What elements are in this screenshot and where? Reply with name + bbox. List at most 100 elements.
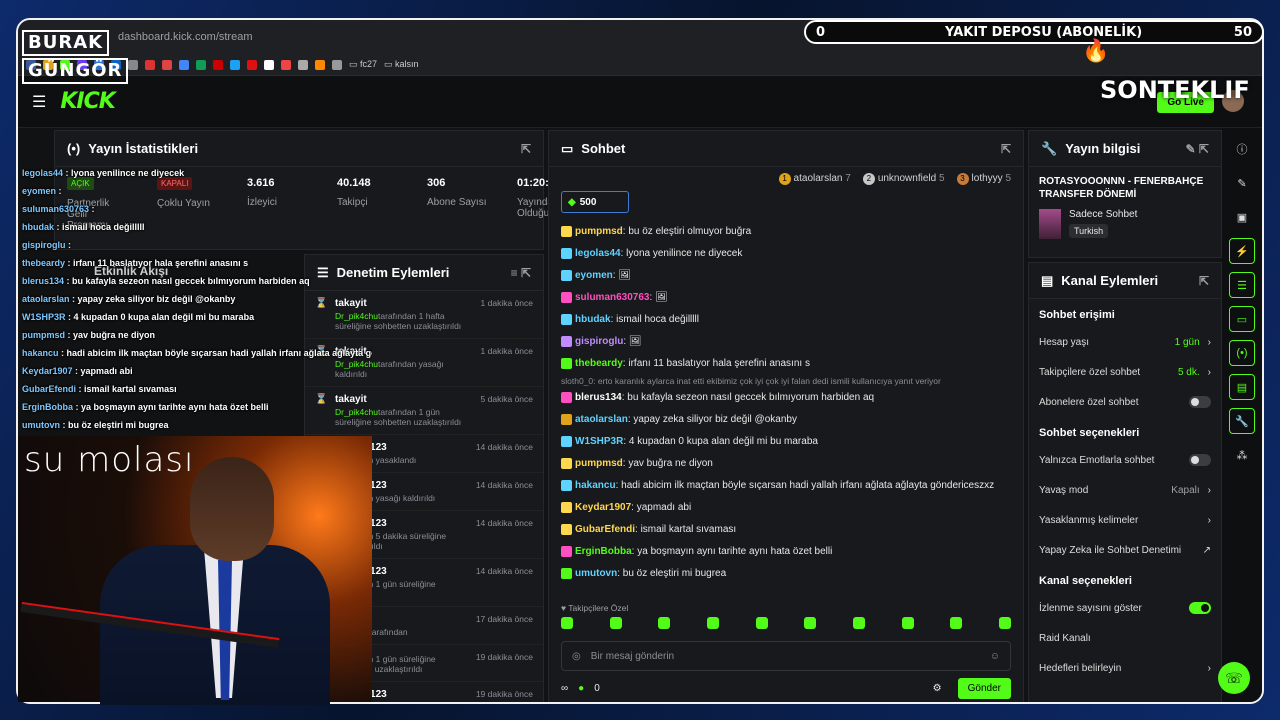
setting-row[interactable]: Takipçilere özel sohbet 5 dk. ›	[1029, 357, 1221, 387]
top-gifter[interactable]: 1 ataolarslan 7	[778, 173, 851, 185]
bookmark-icon[interactable]	[298, 59, 308, 70]
bookmark-icon[interactable]	[196, 59, 206, 70]
setting-value: ›	[1200, 663, 1211, 674]
pinned-gift[interactable]: ◆ 500	[561, 191, 629, 213]
chat-message[interactable]: blerus134: bu kafayla sezeon nasıl gecce…	[561, 387, 1011, 409]
emote-icon[interactable]	[706, 617, 719, 629]
bookmark-icon[interactable]	[213, 59, 223, 70]
top-gifter[interactable]: 2 unknownfield 5	[862, 173, 945, 185]
chat-username[interactable]: suluman630763	[575, 292, 650, 303]
chat-username[interactable]: legolas44	[575, 248, 621, 259]
chat-message[interactable]: hakancu: hadi abicim ilk maçtan böyle sı…	[561, 475, 1011, 497]
setting-row[interactable]: Abonelere özel sohbet	[1029, 387, 1221, 417]
chat-username[interactable]: gispiroglu	[575, 336, 623, 347]
bookmark-folder[interactable]: ▭ fc27	[349, 59, 377, 70]
chat-message[interactable]: pumpmsd: yav buğra ne diyon	[561, 453, 1011, 475]
setting-row[interactable]: Yasaklanmış kelimeler ›	[1029, 505, 1221, 535]
chat-message[interactable]: ataolarslan: yapay zeka siliyor biz deği…	[561, 409, 1011, 431]
broadcast-icon[interactable]: (•)	[1229, 340, 1255, 366]
popout-icon[interactable]: ⇱	[1199, 274, 1209, 288]
chat-message[interactable]: W1SHP3R: 4 kupadan 0 kupa alan değil mi …	[561, 431, 1011, 453]
popout-icon[interactable]: ⇱	[1001, 142, 1011, 156]
chat-username[interactable]: W1SHP3R	[575, 436, 623, 447]
chat-username[interactable]: thebeardy	[575, 358, 623, 369]
chat-username[interactable]: Keydar1907	[575, 502, 631, 513]
smiley-icon[interactable]: ☺	[990, 651, 1000, 662]
setting-row[interactable]: Raid Kanalı	[1029, 623, 1221, 653]
bookmark-icon[interactable]	[247, 59, 257, 70]
emoji-icon[interactable]: ◎	[572, 651, 581, 662]
bookmark-icon[interactable]	[128, 59, 138, 70]
chat-username[interactable]: ataolarslan	[575, 414, 628, 425]
wrench-icon[interactable]: 🔧	[1229, 408, 1255, 434]
setting-row[interactable]: Yavaş mod Kapalı ›	[1029, 475, 1221, 505]
edit-icon[interactable]: ✎ ⇱	[1186, 142, 1209, 156]
chat-username[interactable]: ErginBobba	[575, 546, 632, 557]
infinity-icon[interactable]: ∞	[561, 683, 568, 694]
bookmark-icon[interactable]	[230, 59, 240, 70]
bookmark-icon[interactable]	[332, 59, 342, 70]
chat-message[interactable]: suluman630763: 🖼	[561, 287, 1011, 309]
chat-username[interactable]: blerus134	[575, 392, 622, 403]
setting-row[interactable]: Yalnızca Emotlarla sohbet	[1029, 445, 1221, 475]
chat-username[interactable]: hakancu	[575, 480, 616, 491]
emote-icon[interactable]	[901, 617, 914, 629]
bookmark-icon[interactable]	[162, 59, 172, 70]
bookmark-icon[interactable]	[145, 59, 155, 70]
toggle-switch[interactable]	[1189, 454, 1211, 466]
chat-message[interactable]: hbudak: ismail hoca değilllll	[561, 309, 1011, 331]
bookmark-icon[interactable]	[264, 59, 274, 70]
setting-row[interactable]: Yapay Zeka ile Sohbet Denetimi ↗	[1029, 535, 1221, 565]
overlay-text: yav buğra ne diyon	[73, 330, 156, 340]
chat-message[interactable]: pumpmsd: bu öz eleştiri olmuyor buğra	[561, 221, 1011, 243]
info-icon[interactable]: ⓘ	[1229, 136, 1255, 162]
camera-icon[interactable]: ▣	[1229, 204, 1255, 230]
emote-icon[interactable]	[950, 617, 963, 629]
emote-icon[interactable]	[755, 617, 768, 629]
setting-row[interactable]: Hedefleri belirleyin ›	[1029, 653, 1221, 683]
chat-message[interactable]: umutovn: bu öz eleştiri mi bugrea	[561, 563, 1011, 585]
emote-icon[interactable]	[609, 617, 622, 629]
chat-username[interactable]: umutovn	[575, 568, 617, 579]
emote-icon[interactable]	[852, 617, 865, 629]
bookmark-icon[interactable]	[281, 59, 291, 70]
emote-icon[interactable]	[561, 617, 573, 629]
emote-icon[interactable]	[804, 617, 817, 629]
chat-username[interactable]: pumpmsd	[575, 226, 623, 237]
setting-row[interactable]: Hesap yaşı 1 gün ›	[1029, 327, 1221, 357]
lightning-icon[interactable]: ⚡	[1229, 238, 1255, 264]
pencil-icon[interactable]: ✎	[1229, 170, 1255, 196]
setting-row[interactable]: İzlenme sayısını göster	[1029, 593, 1221, 623]
chat-message[interactable]: GubarEfendi: ismail kartal sıvaması	[561, 519, 1011, 541]
bookmark-icon[interactable]	[315, 59, 325, 70]
kick-logo[interactable]: KICK	[60, 89, 115, 114]
users-icon[interactable]: ⁂	[1229, 442, 1255, 468]
chat-message[interactable]: thebeardy: irfanı 11 baslatıyor hala şer…	[561, 353, 1011, 375]
chat-message[interactable]: eyomen: 🖼	[561, 265, 1011, 287]
emote-icon[interactable]	[658, 617, 671, 629]
filter-icon[interactable]: ≡ ⇱	[511, 266, 531, 280]
popout-icon[interactable]: ⇱	[521, 142, 531, 156]
chat-username[interactable]: eyomen	[575, 270, 613, 281]
bookmark-folder[interactable]: ▭ kalsın	[384, 59, 419, 70]
chat-message[interactable]: legolas44: lyona yenilince ne diyecek	[561, 243, 1011, 265]
support-icon[interactable]: ☏	[1218, 662, 1250, 694]
top-gifter[interactable]: 3 lothyyy 5	[956, 173, 1011, 185]
toggle-switch[interactable]	[1189, 602, 1211, 614]
list-icon[interactable]: ☰	[1229, 272, 1255, 298]
chat-username[interactable]: pumpmsd	[575, 458, 623, 469]
toggle-switch[interactable]	[1189, 396, 1211, 408]
gear-icon[interactable]: ⚙	[933, 683, 942, 694]
chat-icon[interactable]: ▭	[1229, 306, 1255, 332]
server-icon[interactable]: ▤	[1229, 374, 1255, 400]
chat-message[interactable]: gispiroglu: 🖼	[561, 331, 1011, 353]
chat-message[interactable]: Keydar1907: yapmadı abi	[561, 497, 1011, 519]
chat-message[interactable]: ErginBobba: ya boşmayın aynı tarihte ayn…	[561, 541, 1011, 563]
chat-username[interactable]: GubarEfendi	[575, 524, 635, 535]
chat-username[interactable]: hbudak	[575, 314, 611, 325]
emote-icon[interactable]	[998, 617, 1011, 629]
menu-icon[interactable]: ☰	[32, 92, 46, 112]
send-button[interactable]: Gönder	[957, 677, 1011, 699]
bookmark-icon[interactable]	[179, 59, 189, 70]
chat-input[interactable]: ◎ Bir mesaj gönderin ☺	[561, 641, 1011, 671]
